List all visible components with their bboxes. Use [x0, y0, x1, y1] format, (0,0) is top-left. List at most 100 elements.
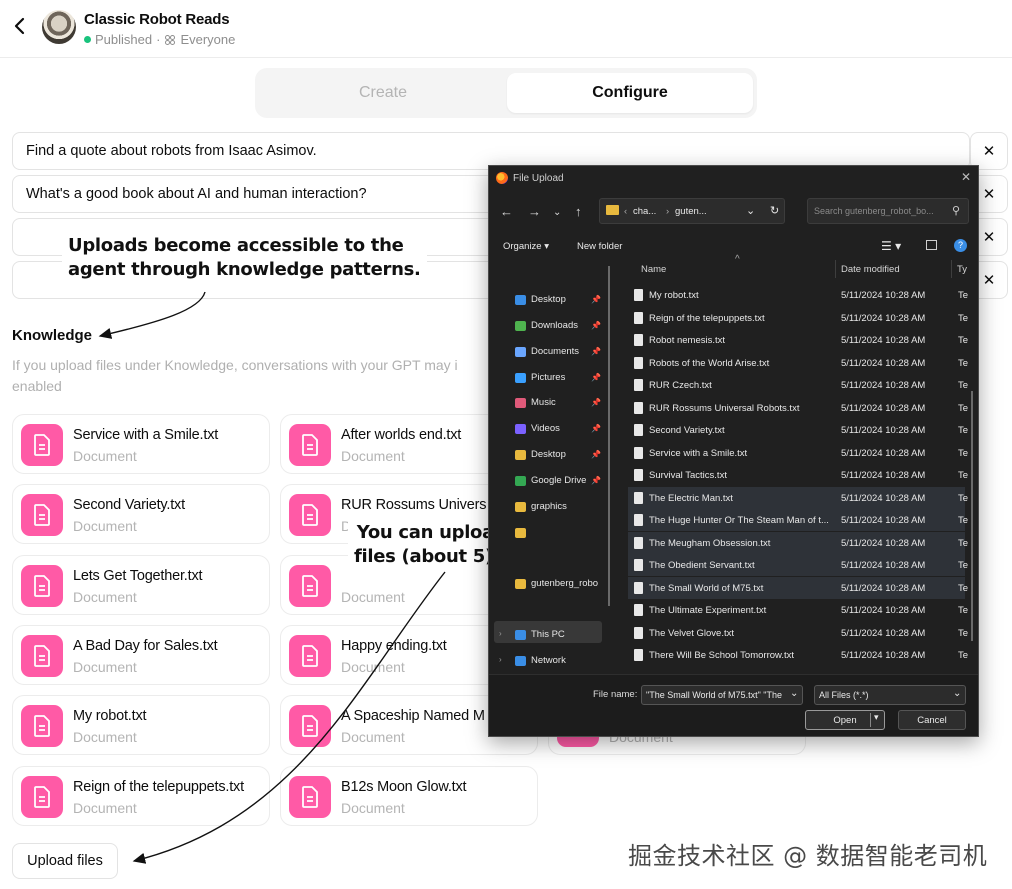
nav-item[interactable]: Videos	[515, 423, 560, 434]
file-row[interactable]: RUR Rossums Universal Robots.txt 5/11/202…	[628, 397, 968, 419]
text-file-icon	[634, 581, 643, 594]
nav-item[interactable]: gutenberg_robo	[515, 578, 598, 589]
up-icon[interactable]: ↑	[575, 204, 582, 219]
text-file-icon	[634, 649, 643, 661]
knowledge-file-card[interactable]: Lets Get Together.txt Document	[12, 554, 270, 615]
file-row[interactable]: Reign of the telepuppets.txt 5/11/2024 10…	[628, 307, 968, 329]
nav-item[interactable]	[515, 528, 531, 538]
text-file-icon	[634, 334, 643, 346]
nav-item[interactable]: Downloads	[515, 320, 578, 331]
knowledge-file-card[interactable]: A Bad Day for Sales.txt Document	[12, 624, 270, 685]
nav-item[interactable]: Google Drive	[515, 475, 586, 486]
file-row[interactable]: The Meugham Obsession.txt 5/11/2024 10:28…	[628, 531, 968, 554]
column-type[interactable]: Ty	[957, 264, 967, 275]
text-file-icon	[634, 604, 643, 616]
file-name-input[interactable]: "The Small World of M75.txt" "The ⌄	[641, 685, 803, 705]
refresh-icon[interactable]: ↻	[770, 204, 779, 217]
file-row[interactable]: The Electric Man.txt 5/11/2024 10:28 AM Te	[628, 486, 968, 509]
view-options-icon[interactable]: ☰ ▾	[881, 239, 901, 253]
knowledge-file-card[interactable]: Reign of the telepuppets.txt Document	[12, 765, 270, 826]
file-row[interactable]: Survival Tactics.txt 5/11/2024 10:28 AM Te	[628, 464, 968, 486]
file-row-type: Te	[958, 425, 969, 436]
nav-item[interactable]: Documents	[515, 346, 579, 357]
file-row-type: Te	[958, 515, 969, 526]
organize-menu[interactable]: Organize ▾	[503, 241, 549, 252]
file-row-type: Te	[958, 447, 969, 459]
open-dropdown-icon[interactable]: ▾	[874, 712, 879, 723]
knowledge-file-card[interactable]: My robot.txt Document	[12, 695, 270, 756]
file-row[interactable]: The Small World of M75.txt 5/11/2024 10:2…	[628, 576, 968, 599]
file-row[interactable]: The Ultimate Experiment.txt 5/11/2024 10:…	[628, 599, 968, 621]
pin-icon: 📌	[591, 321, 601, 330]
nav-item[interactable]: This PC	[515, 629, 565, 640]
nav-item[interactable]: Network	[515, 655, 566, 666]
file-name-value: "The Small World of M75.txt" "The	[646, 690, 782, 700]
file-row[interactable]: My robot.txt 5/11/2024 10:28 AM Te	[628, 284, 968, 306]
search-icon[interactable]: ⚲	[952, 204, 960, 217]
file-row[interactable]: There Will Be School Tomorrow.txt 5/11/20…	[628, 644, 968, 666]
file-row[interactable]: Second Variety.txt 5/11/2024 10:28 AM Te	[628, 419, 969, 441]
nav-folder-icon	[515, 475, 526, 486]
open-button[interactable]: Open ▾	[805, 710, 885, 730]
annotation-uploads-line-2: agent through knowledge patterns.	[68, 259, 421, 280]
file-name: RUR Rossums Univers	[341, 497, 487, 514]
file-row-name: The Meugham Obsession.txt	[649, 537, 771, 549]
tab-configure[interactable]: Configure	[507, 73, 753, 113]
document-icon	[289, 775, 331, 818]
file-name: Second Variety.txt	[73, 497, 185, 514]
tab-create[interactable]: Create	[260, 73, 506, 113]
dialog-close-icon[interactable]: ✕	[961, 170, 971, 184]
file-name: A Bad Day for Sales.txt	[73, 637, 218, 654]
text-file-icon	[634, 536, 643, 549]
knowledge-file-card[interactable]: Second Variety.txt Document	[12, 484, 270, 545]
file-row[interactable]: RUR Czech.txt 5/11/2024 10:28 AM Te	[628, 374, 968, 396]
expand-chevron-icon[interactable]: ›	[499, 655, 502, 664]
nav-item[interactable]: Pictures	[515, 372, 565, 383]
back-icon[interactable]: ←	[500, 204, 513, 219]
people-icon	[165, 34, 176, 45]
file-row-date: 5/11/2024 10:28 AM	[841, 425, 926, 436]
file-row[interactable]: The Huge Hunter Or The Steam Man of t...…	[628, 509, 969, 531]
nav-item-label: Documents	[531, 346, 580, 357]
file-type-dropdown-icon[interactable]: ⌄	[953, 688, 961, 699]
new-folder-button[interactable]: New folder	[577, 241, 622, 252]
document-icon	[289, 494, 331, 537]
close-icon: ✕	[982, 229, 996, 246]
back-arrow-icon[interactable]	[10, 16, 30, 36]
nav-scrollbar[interactable]	[608, 266, 610, 606]
knowledge-file-card[interactable]: Service with a Smile.txt Document	[12, 414, 270, 474]
file-row[interactable]: Robots of the World Arise.txt 5/11/2024 1…	[628, 352, 968, 374]
column-date-modified[interactable]: Date modified	[841, 264, 900, 275]
breadcrumb-chevron-icon: ›	[666, 206, 670, 217]
nav-item[interactable]: Desktop	[515, 449, 566, 460]
column-name[interactable]: Name	[641, 264, 666, 275]
nav-item[interactable]: Music	[515, 397, 556, 408]
document-icon	[21, 775, 63, 818]
breadcrumb-item-2[interactable]: guten...	[675, 206, 707, 217]
breadcrumb-item-1[interactable]: cha...	[633, 206, 656, 217]
upload-files-button[interactable]: Upload files	[12, 843, 118, 879]
nav-item[interactable]: graphics	[515, 501, 567, 512]
search-box[interactable]: Search gutenberg_robot_bo... ⚲	[807, 198, 969, 224]
file-name-dropdown-icon[interactable]: ⌄	[790, 688, 798, 699]
nav-folder-icon	[515, 655, 526, 666]
preview-pane-icon[interactable]	[926, 240, 937, 250]
file-row[interactable]: The Obedient Servant.txt 5/11/2024 10:28 …	[628, 554, 968, 576]
file-list-scrollbar[interactable]	[971, 391, 973, 641]
file-row-date: 5/11/2024 10:28 AM	[841, 290, 926, 301]
address-bar[interactable]: ‹ cha... › guten... ⌄ ↻	[599, 198, 785, 224]
recent-locations-chevron-icon[interactable]: ⌄	[553, 207, 561, 218]
help-icon[interactable]: ?	[954, 239, 967, 252]
file-type-filter[interactable]: All Files (*.*) ⌄	[814, 685, 966, 705]
expand-chevron-icon[interactable]: ›	[499, 629, 502, 638]
text-file-icon	[634, 626, 643, 639]
cancel-button[interactable]: Cancel	[898, 710, 966, 730]
text-file-icon	[634, 379, 643, 391]
nav-item[interactable]: Desktop	[515, 294, 566, 305]
forward-icon[interactable]: →	[528, 204, 541, 219]
knowledge-file-card[interactable]: B12s Moon Glow.txt Document	[280, 765, 538, 826]
file-row[interactable]: Service with a Smile.txt 5/11/2024 10:28 …	[628, 442, 969, 464]
file-row[interactable]: The Velvet Glove.txt 5/11/2024 10:28 AM Te	[628, 622, 968, 644]
file-row[interactable]: Robot nemesis.txt 5/11/2024 10:28 AM Te	[628, 329, 968, 351]
address-dropdown-icon[interactable]: ⌄	[746, 204, 755, 217]
